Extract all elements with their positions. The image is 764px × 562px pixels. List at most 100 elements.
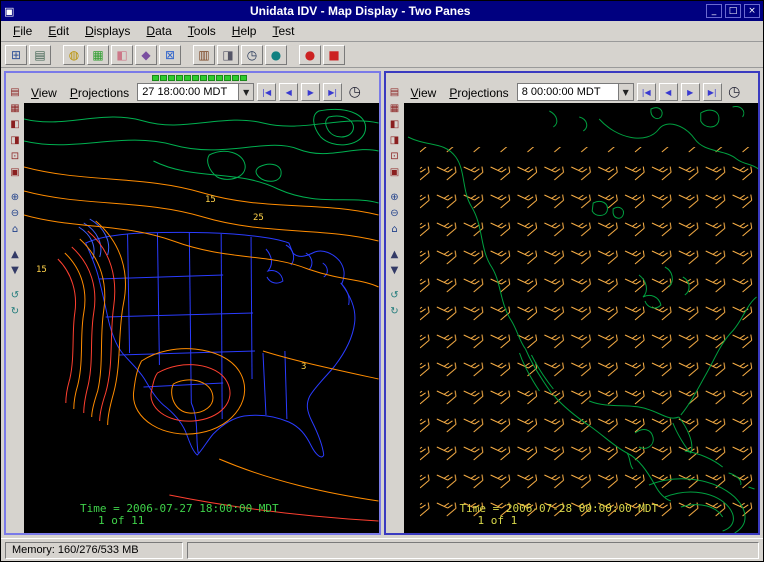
- view-menu[interactable]: View: [26, 85, 62, 101]
- menu-data[interactable]: Data: [138, 22, 179, 40]
- pan-down-button[interactable]: ▼: [387, 263, 403, 278]
- pan-up-button[interactable]: ▲: [7, 247, 23, 262]
- capture-image-button[interactable]: ◧: [7, 117, 23, 132]
- stop-button[interactable]: ■: [323, 45, 345, 65]
- toggle-wireframe-button[interactable]: ⊡: [387, 149, 403, 164]
- globe-icon: ●: [271, 49, 281, 61]
- time-select[interactable]: 27 18:00:00 MDT ▼: [137, 83, 254, 101]
- eraser-icon: ◧: [116, 49, 127, 61]
- map-view-wind-barbs[interactable]: Time = 2006-07-28 00:00:00 MDT 1 of 1: [404, 103, 759, 533]
- display-settings-button[interactable]: ▤: [7, 85, 23, 100]
- caption-frame: 1 of 11: [98, 515, 279, 527]
- legend-icon: ▦: [390, 104, 399, 114]
- menu-test[interactable]: Test: [264, 22, 302, 40]
- settings-tool-button[interactable]: ◨: [217, 45, 239, 65]
- rotate-right-icon: ↻: [11, 307, 19, 317]
- zoom-out-button[interactable]: ⊖: [387, 206, 403, 221]
- cut-tool-button[interactable]: ⊠: [159, 45, 181, 65]
- legend-toggle-button[interactable]: ▦: [7, 101, 23, 116]
- field-selector-button[interactable]: ▤: [29, 45, 51, 65]
- projection-icon: ▣: [390, 168, 399, 178]
- first-frame-button[interactable]: |◀: [257, 83, 276, 101]
- menu-file[interactable]: File: [5, 22, 40, 40]
- close-button[interactable]: ×: [744, 4, 760, 18]
- chevron-up-icon: ▲: [391, 250, 399, 260]
- pan-down-button[interactable]: ▼: [7, 263, 23, 278]
- zoom-in-icon: ⊕: [11, 193, 19, 203]
- zoom-in-button[interactable]: ⊕: [387, 190, 403, 205]
- zoom-out-icon: ⊖: [390, 209, 398, 219]
- draw-tool-icon: ◆: [141, 49, 150, 61]
- chevron-down-icon[interactable]: ▼: [238, 84, 253, 100]
- time-select[interactable]: 8 00:00:00 MDT ▼: [517, 83, 634, 101]
- capture-movie-button[interactable]: ◨: [387, 133, 403, 148]
- menu-help[interactable]: Help: [224, 22, 265, 40]
- previous-frame-button[interactable]: ◀: [659, 83, 678, 101]
- clock-icon: ◷: [247, 49, 257, 61]
- contour-label: 15: [36, 265, 47, 275]
- toggle-wireframe-button[interactable]: ⊡: [7, 149, 23, 164]
- globe-button[interactable]: ●: [265, 45, 287, 65]
- chevron-down-icon: ▼: [11, 266, 19, 276]
- two-pane-area: ▤ ▦ ◧ ◨ ⊡ ▣ ⊕ ⊖ ⌂ ▲ ▼ ↺ ↻ View: [1, 68, 763, 538]
- previous-frame-button[interactable]: ◀: [279, 83, 298, 101]
- maximize-button[interactable]: □: [725, 4, 741, 18]
- contour-label: 3: [301, 362, 306, 372]
- show-dashboard-button[interactable]: ⊞: [5, 45, 27, 65]
- app-window: ▣ Unidata IDV - Map Display - Two Panes …: [0, 0, 764, 562]
- projections-menu[interactable]: Projections: [444, 85, 513, 101]
- last-frame-button[interactable]: ▶|: [703, 83, 722, 101]
- rotate-right-button[interactable]: ↻: [7, 304, 23, 319]
- next-frame-button[interactable]: ▶: [681, 83, 700, 101]
- frame-cell: [168, 75, 175, 81]
- view-menu[interactable]: View: [406, 85, 442, 101]
- rotate-right-button[interactable]: ↻: [387, 304, 403, 319]
- home-view-button[interactable]: ⌂: [387, 222, 403, 237]
- layout-grid-button[interactable]: ▦: [87, 45, 109, 65]
- chart-icon: ▥: [198, 49, 209, 61]
- animation-properties-button[interactable]: ◷: [345, 83, 364, 101]
- legend-toggle-button[interactable]: ▦: [387, 101, 403, 116]
- reset-projection-button[interactable]: ▣: [7, 165, 23, 180]
- animation-properties-button[interactable]: ◷: [725, 83, 744, 101]
- draw-tool-button[interactable]: ◆: [135, 45, 157, 65]
- minimize-button[interactable]: _: [706, 4, 722, 18]
- next-frame-button[interactable]: ▶: [301, 83, 320, 101]
- capture-image-button[interactable]: ◧: [387, 117, 403, 132]
- right-pane-toolstrip: ▤ ▦ ◧ ◨ ⊡ ▣ ⊕ ⊖ ⌂ ▲ ▼ ↺ ↻: [386, 73, 404, 533]
- clock-tool-button[interactable]: ◷: [241, 45, 263, 65]
- map-pane-left: ▤ ▦ ◧ ◨ ⊡ ▣ ⊕ ⊖ ⌂ ▲ ▼ ↺ ↻ View: [4, 71, 381, 535]
- zoom-out-button[interactable]: ⊖: [7, 206, 23, 221]
- rotate-left-button[interactable]: ↺: [387, 288, 403, 303]
- record-button[interactable]: ●: [299, 45, 321, 65]
- home-view-button[interactable]: ⌂: [7, 222, 23, 237]
- lightbulb-button[interactable]: ◍: [63, 45, 85, 65]
- rotate-left-button[interactable]: ↺: [7, 288, 23, 303]
- rotate-left-icon: ↺: [11, 291, 19, 301]
- capture-movie-button[interactable]: ◨: [7, 133, 23, 148]
- map-view-contours[interactable]: 15 25 15 3 Time = 2006-07-27 18:00:00 MD…: [24, 103, 379, 533]
- frame-cell: [216, 75, 223, 81]
- last-frame-button[interactable]: ▶|: [323, 83, 342, 101]
- lightbulb-icon: ◍: [69, 49, 79, 61]
- chart-tool-button[interactable]: ▥: [193, 45, 215, 65]
- time-value: 8 00:00:00 MDT: [518, 84, 618, 100]
- menu-edit[interactable]: Edit: [40, 22, 77, 40]
- menu-displays[interactable]: Displays: [77, 22, 138, 40]
- display-settings-button[interactable]: ▤: [387, 85, 403, 100]
- window-icon: ▣: [4, 5, 14, 18]
- reset-projection-button[interactable]: ▣: [387, 165, 403, 180]
- eraser-button[interactable]: ◧: [111, 45, 133, 65]
- projections-menu[interactable]: Projections: [65, 85, 134, 101]
- chevron-down-icon[interactable]: ▼: [618, 84, 633, 100]
- zoom-in-button[interactable]: ⊕: [7, 190, 23, 205]
- clock-icon: ◷: [728, 84, 740, 100]
- titlebar[interactable]: ▣ Unidata IDV - Map Display - Two Panes …: [1, 1, 763, 21]
- menubar: File Edit Displays Data Tools Help Test: [1, 21, 763, 42]
- pan-up-button[interactable]: ▲: [387, 247, 403, 262]
- frame-cell: [240, 75, 247, 81]
- first-frame-button[interactable]: |◀: [637, 83, 656, 101]
- menu-tools[interactable]: Tools: [180, 22, 224, 40]
- contour-map-svg: [24, 103, 379, 533]
- zoom-out-icon: ⊖: [11, 209, 19, 219]
